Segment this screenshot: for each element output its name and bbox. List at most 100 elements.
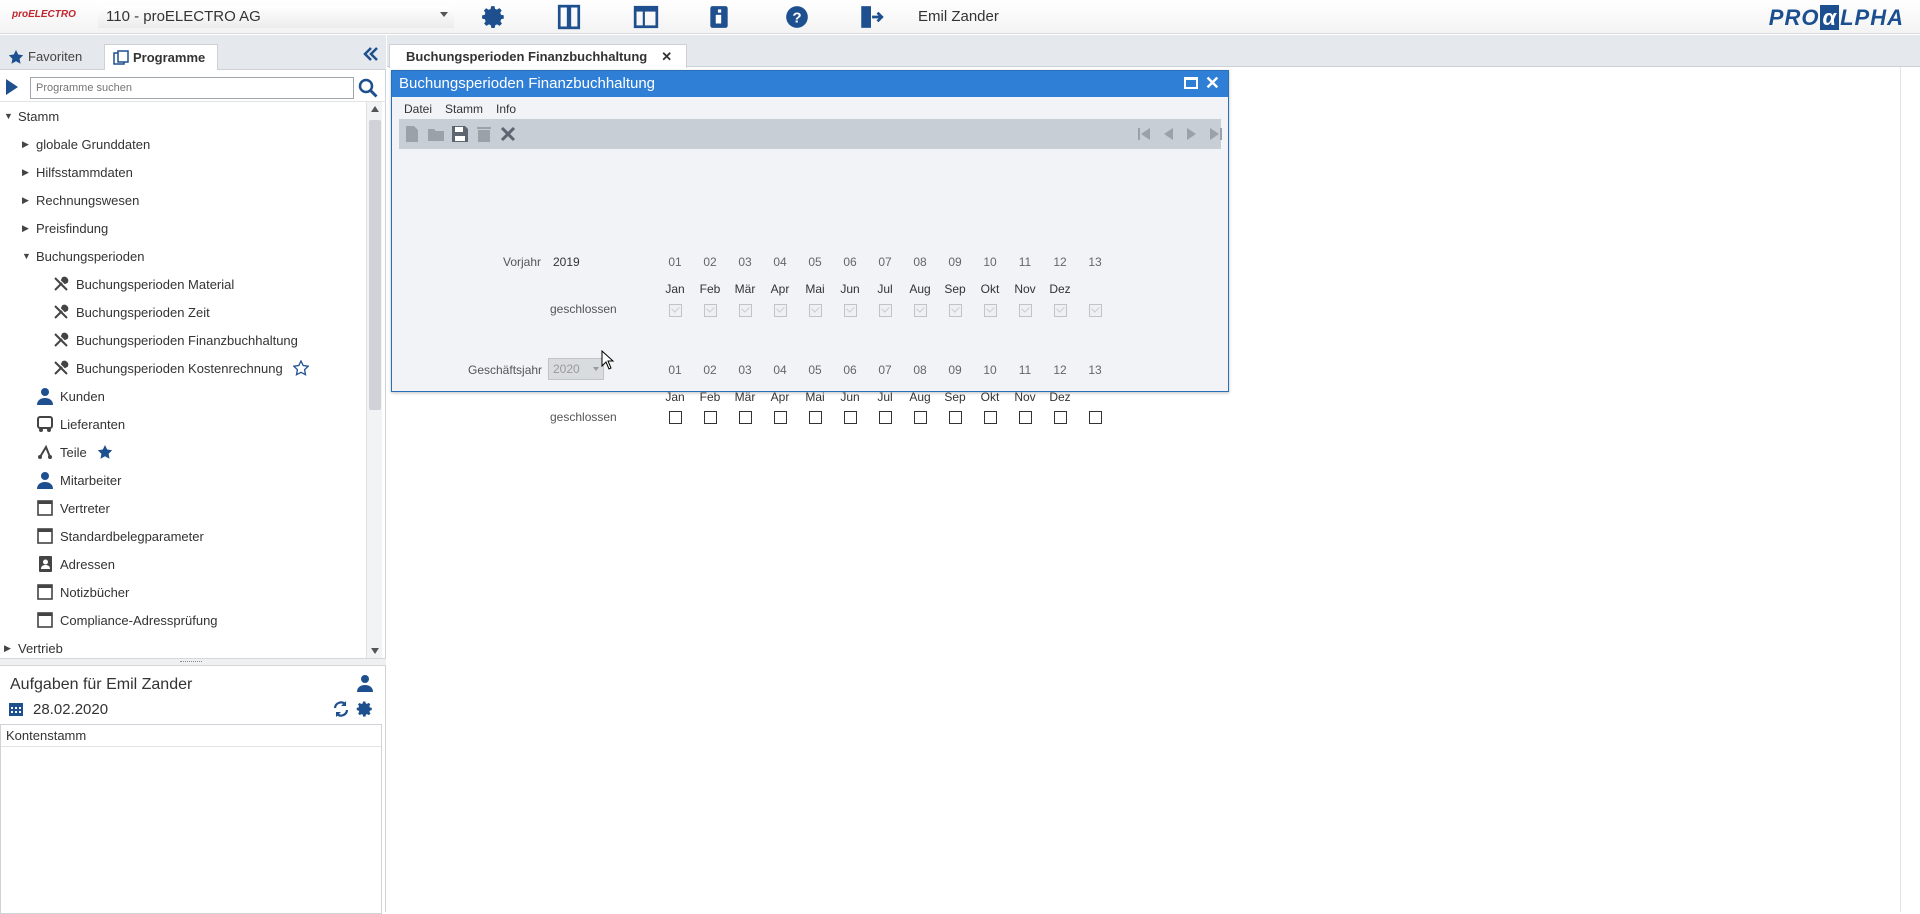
collapsed-arrow-icon[interactable]: ▶ bbox=[22, 195, 36, 206]
tree-item-globale-grunddaten[interactable]: ▶ globale Grunddaten bbox=[22, 130, 150, 158]
expanded-arrow-icon[interactable]: ▼ bbox=[22, 251, 36, 261]
collapsed-arrow-icon[interactable]: ▶ bbox=[4, 643, 18, 654]
gear-icon[interactable] bbox=[356, 700, 374, 718]
expanded-arrow-icon[interactable]: ▼ bbox=[4, 111, 18, 121]
close-icon[interactable]: ✕ bbox=[1205, 73, 1220, 94]
collapse-panel-icon[interactable] bbox=[362, 45, 380, 63]
tree-scrollbar[interactable] bbox=[366, 102, 382, 658]
period-closed-checkbox[interactable] bbox=[739, 411, 752, 424]
tree-item-buchungsperioden-material[interactable]: Buchungsperioden Material bbox=[52, 270, 234, 298]
period-closed-checkbox[interactable] bbox=[914, 411, 927, 424]
period-closed-checkbox[interactable] bbox=[879, 411, 892, 424]
tree-item-hilfsstammdaten[interactable]: ▶ Hilfsstammdaten bbox=[22, 158, 133, 186]
prev-year-closed-checkbox bbox=[669, 304, 682, 317]
tree-item-buchungsperioden-zeit[interactable]: Buchungsperioden Zeit bbox=[52, 298, 210, 326]
gear-icon[interactable] bbox=[480, 3, 508, 31]
period-closed-checkbox[interactable] bbox=[949, 411, 962, 424]
calendar-icon[interactable] bbox=[8, 701, 24, 717]
period-number: 05 bbox=[808, 363, 822, 377]
period-closed-checkbox[interactable] bbox=[984, 411, 997, 424]
month-label: Dez bbox=[1049, 282, 1071, 296]
tree-item-mitarbeiter[interactable]: Mitarbeiter bbox=[36, 466, 121, 494]
scroll-up-icon[interactable] bbox=[371, 106, 379, 112]
star-outline-icon[interactable] bbox=[292, 359, 310, 376]
panel-splitter[interactable] bbox=[0, 658, 386, 666]
tree-item-label: Stamm bbox=[18, 108, 60, 124]
tree-item-label: Standardbelegparameter bbox=[60, 528, 204, 544]
main-scrollbar[interactable] bbox=[1900, 67, 1920, 912]
first-record-icon[interactable] bbox=[1135, 125, 1153, 143]
tab-favoriten[interactable]: Favoriten bbox=[0, 44, 102, 70]
month-label: Jul bbox=[877, 390, 893, 404]
scroll-thumb[interactable] bbox=[369, 120, 381, 410]
tab-buchungsperioden-fibu[interactable]: Buchungsperioden Finanzbuchhaltung ✕ bbox=[389, 44, 688, 68]
collapsed-arrow-icon[interactable]: ▶ bbox=[22, 167, 36, 178]
prev-record-icon[interactable] bbox=[1159, 125, 1177, 143]
tree-item-label: Buchungsperioden Finanzbuchhaltung bbox=[76, 332, 298, 348]
period-closed-checkbox[interactable] bbox=[669, 411, 682, 424]
star-filled-icon[interactable] bbox=[97, 444, 113, 460]
delete-icon[interactable] bbox=[475, 125, 493, 143]
period-number: 04 bbox=[773, 255, 787, 269]
tree-item-compliance-adressprüfung[interactable]: Compliance-Adressprüfung bbox=[36, 606, 218, 634]
tab-programme[interactable]: Programme bbox=[104, 44, 218, 70]
parts-icon bbox=[36, 443, 56, 461]
maximize-icon[interactable] bbox=[1184, 77, 1198, 89]
close-icon[interactable]: ✕ bbox=[661, 49, 672, 64]
tree-item-notizbücher[interactable]: Notizbücher bbox=[36, 578, 129, 606]
tree-item-label: Lieferanten bbox=[60, 416, 126, 432]
layout-icon[interactable] bbox=[632, 3, 660, 31]
panel-icon[interactable] bbox=[555, 3, 583, 31]
fiscal-year-select[interactable]: 2020 bbox=[548, 358, 604, 380]
tree-item-buchungsperioden-kostenrechnung[interactable]: Buchungsperioden Kostenrechnung bbox=[52, 354, 310, 382]
period-closed-checkbox[interactable] bbox=[1054, 411, 1067, 424]
user-icon[interactable] bbox=[356, 674, 374, 692]
refresh-icon[interactable] bbox=[332, 700, 350, 718]
collapsed-arrow-icon[interactable]: ▶ bbox=[22, 223, 36, 234]
tree-item-buchungsperioden[interactable]: ▼ Buchungsperioden bbox=[22, 242, 144, 270]
info-icon[interactable] bbox=[705, 3, 733, 31]
logout-icon[interactable] bbox=[857, 3, 885, 31]
tree-item-buchungsperioden-finanzbuchhaltung[interactable]: Buchungsperioden Finanzbuchhaltung bbox=[52, 326, 298, 354]
list-item[interactable]: Kontenstamm bbox=[1, 725, 381, 747]
program-search-input[interactable] bbox=[30, 77, 354, 99]
menu-stamm[interactable]: Stamm bbox=[445, 102, 483, 116]
last-record-icon[interactable] bbox=[1207, 125, 1225, 143]
prev-year-closed-checkbox bbox=[1054, 304, 1067, 317]
scroll-down-icon[interactable] bbox=[371, 648, 379, 654]
tree-item-stamm[interactable]: ▼ Stamm bbox=[4, 102, 59, 130]
period-closed-checkbox[interactable] bbox=[844, 411, 857, 424]
tree-item-rechnungswesen[interactable]: ▶ Rechnungswesen bbox=[22, 186, 139, 214]
tree-item-lieferanten[interactable]: Lieferanten bbox=[36, 410, 125, 438]
period-closed-checkbox[interactable] bbox=[774, 411, 787, 424]
tree-item-label: Buchungsperioden Zeit bbox=[76, 304, 210, 320]
save-icon[interactable] bbox=[451, 125, 469, 143]
period-closed-checkbox[interactable] bbox=[1019, 411, 1032, 424]
next-record-icon[interactable] bbox=[1183, 125, 1201, 143]
period-closed-checkbox[interactable] bbox=[809, 411, 822, 424]
open-folder-icon[interactable] bbox=[427, 125, 445, 143]
month-label: Apr bbox=[770, 282, 790, 296]
tree-item-preisfindung[interactable]: ▶ Preisfindung bbox=[22, 214, 108, 242]
cancel-icon[interactable] bbox=[499, 125, 517, 143]
tree-item-vertreter[interactable]: Vertreter bbox=[36, 494, 110, 522]
tree-item-teile[interactable]: Teile bbox=[36, 438, 113, 466]
tree-item-vertrieb[interactable]: ▶ Vertrieb bbox=[4, 634, 63, 658]
left-panel: Favoriten Programme ▼Stamm▶globale Grund… bbox=[0, 35, 386, 914]
tree-item-kunden[interactable]: Kunden bbox=[36, 382, 105, 410]
new-document-icon[interactable] bbox=[403, 125, 421, 143]
period-closed-checkbox[interactable] bbox=[1089, 411, 1102, 424]
menu-datei[interactable]: Datei bbox=[404, 102, 432, 116]
tree-item-adressen[interactable]: Adressen bbox=[36, 550, 115, 578]
menu-info[interactable]: Info bbox=[496, 102, 516, 116]
splitter-grip[interactable] bbox=[180, 661, 202, 663]
run-icon[interactable] bbox=[6, 79, 18, 95]
tree-item-standardbelegparameter[interactable]: Standardbelegparameter bbox=[36, 522, 204, 550]
search-icon[interactable] bbox=[358, 78, 378, 98]
company-select[interactable]: 110 - proELECTRO AG bbox=[98, 6, 454, 28]
prev-closed-label: geschlossen bbox=[550, 302, 617, 316]
collapsed-arrow-icon[interactable]: ▶ bbox=[22, 139, 36, 150]
period-closed-checkbox[interactable] bbox=[704, 411, 717, 424]
dialog-title-bar[interactable]: Buchungsperioden Finanzbuchhaltung ✕ bbox=[392, 71, 1228, 97]
help-icon[interactable]: ? bbox=[783, 3, 811, 31]
